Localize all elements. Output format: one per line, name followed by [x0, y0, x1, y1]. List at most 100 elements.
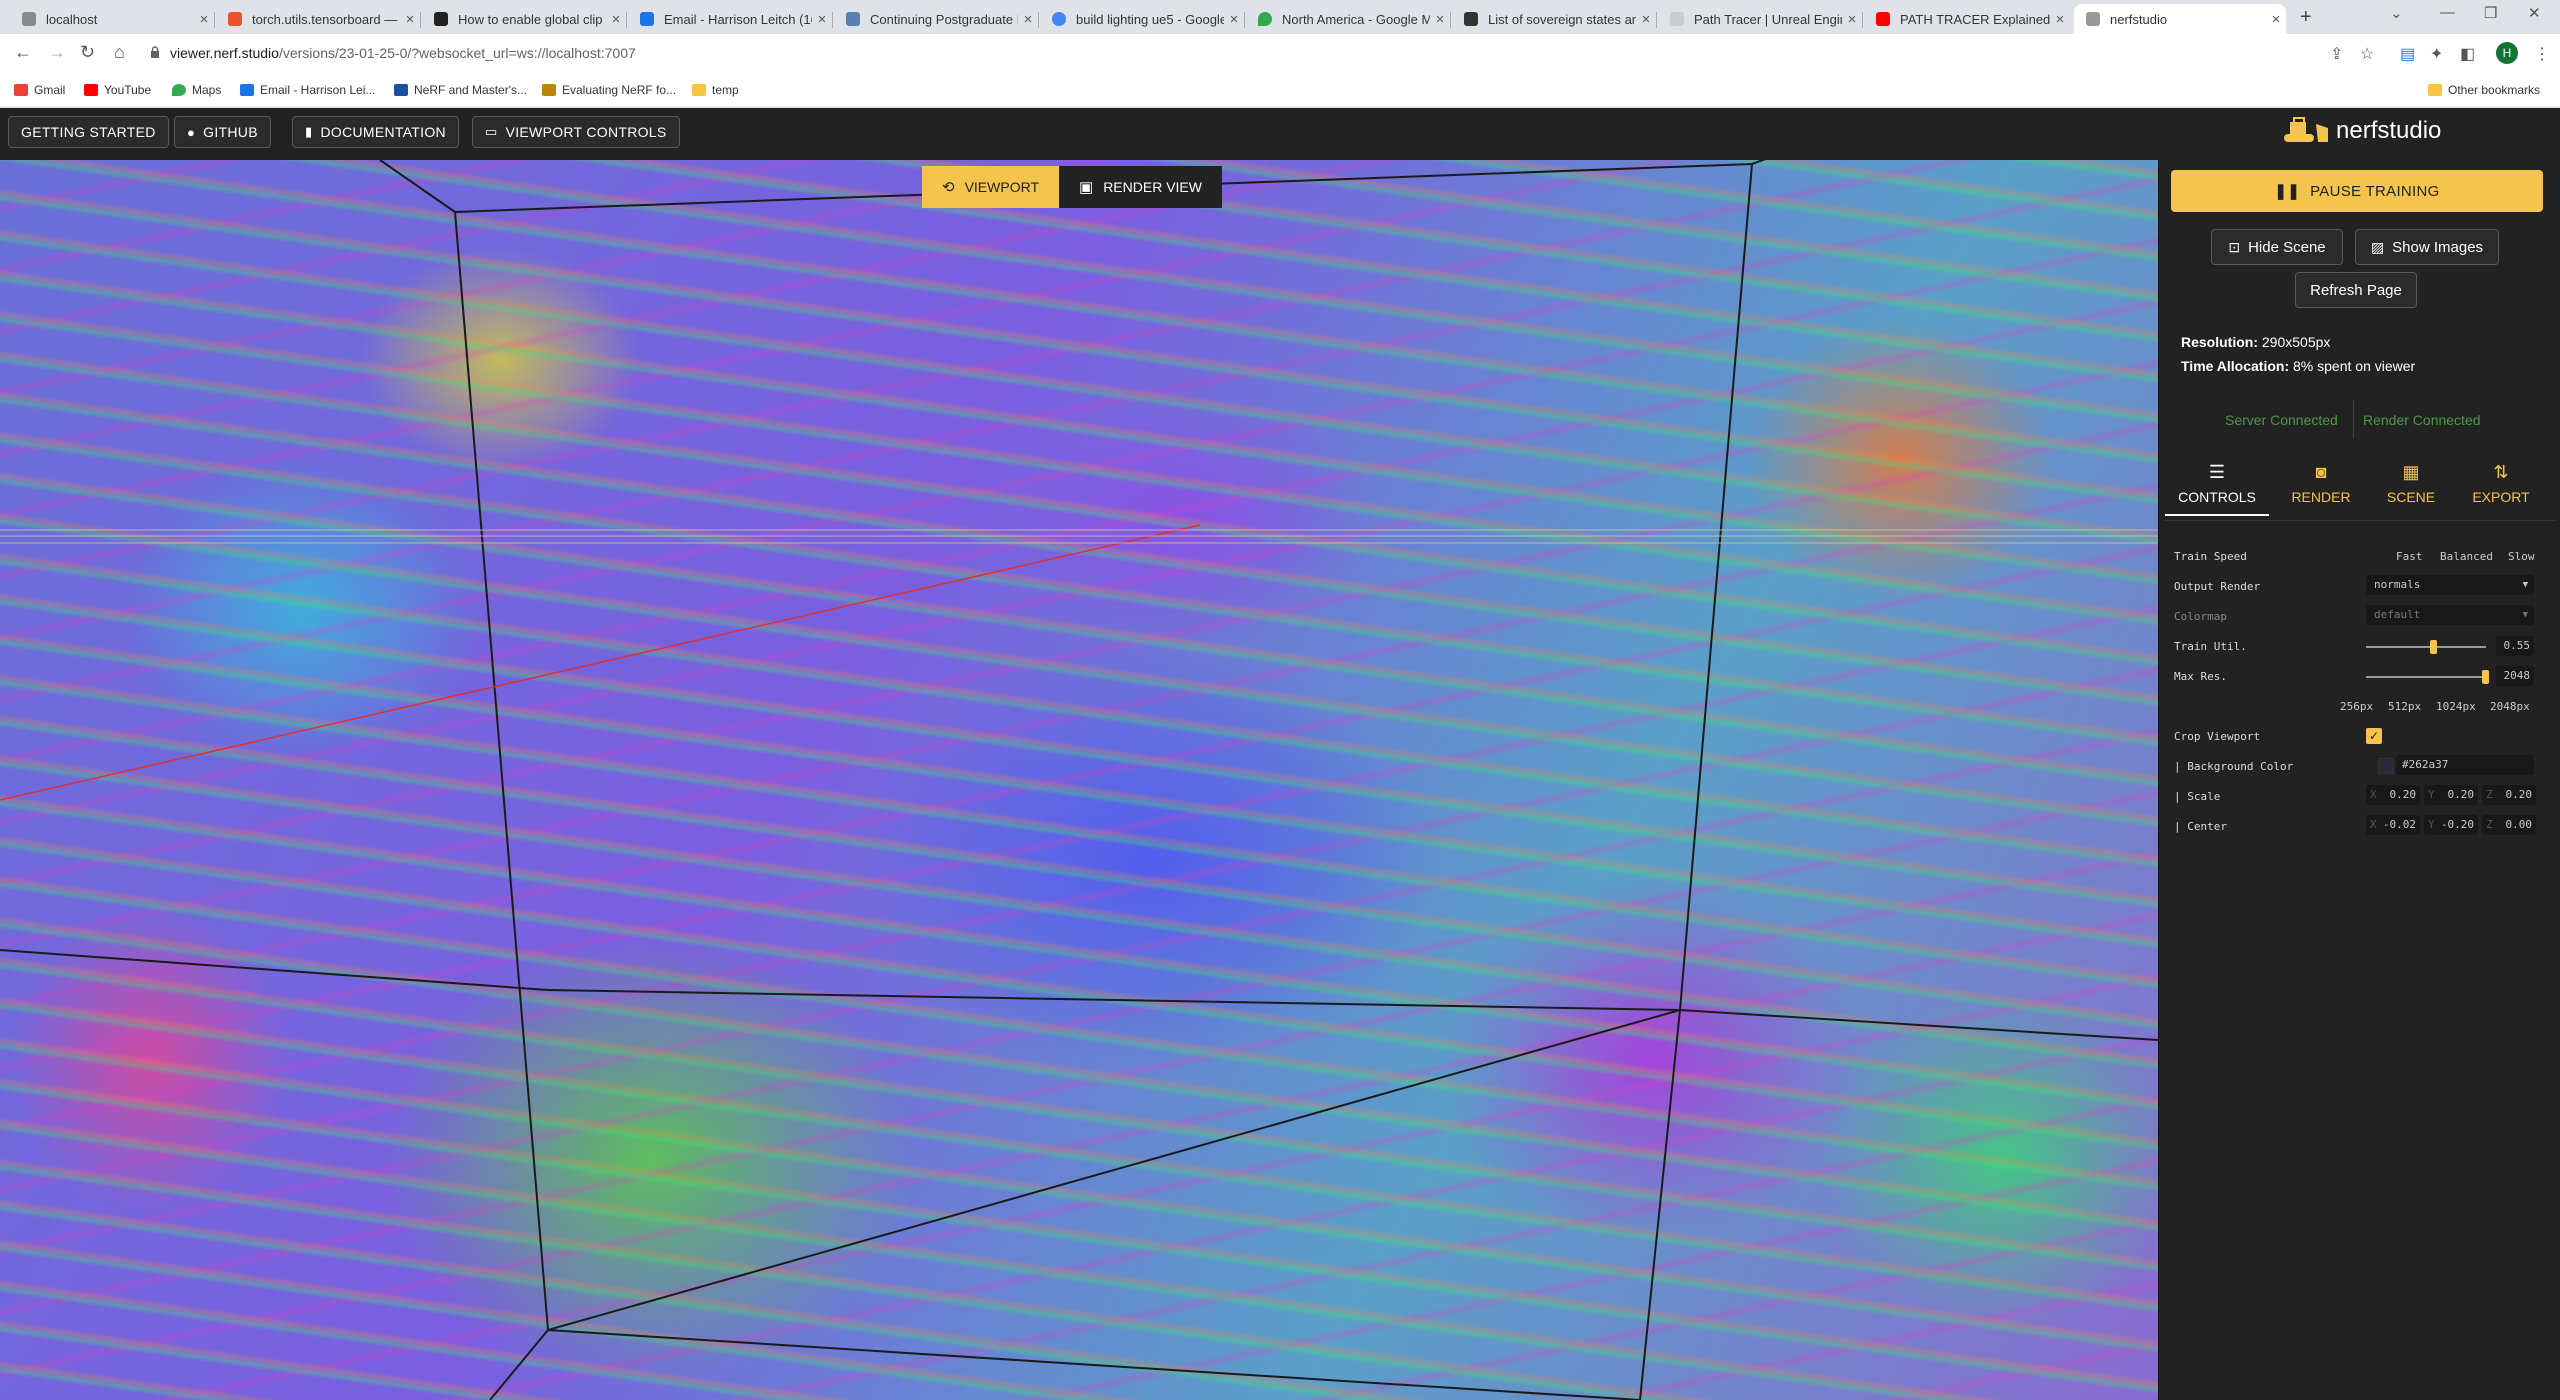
browser-tab-strip: localhost × torch.utils.tensorboard — P × …: [0, 0, 2560, 34]
tab-favicon: [1052, 12, 1066, 26]
home-icon[interactable]: ⌂: [114, 42, 125, 63]
scale-x-input[interactable]: X 0.20: [2366, 785, 2420, 805]
center-x-input[interactable]: X -0.02: [2366, 815, 2420, 835]
browser-tab[interactable]: PATH TRACER Explained - U×: [1864, 4, 2070, 34]
new-tab-icon[interactable]: +: [2300, 6, 2312, 29]
close-tab-icon[interactable]: ×: [194, 11, 214, 28]
colormap-select[interactable]: default ▼: [2366, 605, 2534, 625]
browser-tab[interactable]: torch.utils.tensorboard — P ×: [216, 4, 421, 34]
refresh-page-button[interactable]: Refresh Page: [2295, 272, 2417, 308]
extension-docs-icon[interactable]: ▤: [2400, 44, 2415, 64]
reload-icon[interactable]: ↻: [80, 42, 95, 63]
background-color-input[interactable]: #262a37: [2396, 755, 2534, 775]
getting-started-button[interactable]: GETTING STARTED: [8, 116, 169, 148]
close-tab-icon[interactable]: ×: [1018, 11, 1038, 28]
close-tab-icon[interactable]: ×: [1636, 11, 1656, 28]
train-speed-slow[interactable]: Slow: [2508, 550, 2535, 563]
panel-tabs: ☰ CONTROLS ◙ RENDER ▦ SCENE ⇅ EXPORT: [2159, 456, 2560, 518]
train-speed-balanced[interactable]: Balanced: [2440, 550, 2493, 563]
res-preset-512[interactable]: 512px: [2388, 700, 2421, 713]
output-render-select[interactable]: normals ▼: [2366, 575, 2534, 595]
extensions-icon[interactable]: ✦: [2430, 44, 2443, 64]
menu-kebab-icon[interactable]: ⋮: [2534, 44, 2550, 64]
bookmark-email[interactable]: Email - Harrison Lei...: [240, 83, 375, 97]
bookmark-maps[interactable]: Maps: [172, 83, 221, 97]
train-speed-fast[interactable]: Fast: [2396, 550, 2423, 563]
show-images-button[interactable]: ▨ Show Images: [2355, 229, 2499, 265]
lock-icon[interactable]: [150, 46, 160, 58]
share-icon[interactable]: ⇪: [2330, 44, 2343, 64]
browser-tab[interactable]: Path Tracer | Unreal Engine ×: [1658, 4, 1863, 34]
select-value: default: [2374, 608, 2421, 621]
github-icon: ●: [187, 124, 196, 140]
center-y-input[interactable]: Y -0.20: [2424, 815, 2478, 835]
slider-handle[interactable]: [2430, 640, 2437, 654]
server-connected-status: Server Connected: [2225, 412, 2338, 428]
res-preset-1024[interactable]: 1024px: [2436, 700, 2476, 713]
tab-scene[interactable]: ▦ SCENE: [2359, 456, 2463, 516]
browser-tab[interactable]: Continuing Postgraduate Re ×: [834, 4, 1039, 34]
scale-z-input[interactable]: Z 0.20: [2482, 785, 2536, 805]
center-z-input[interactable]: Z 0.00: [2482, 815, 2536, 835]
bookmark-evaluating-nerf[interactable]: Evaluating NeRF fo...: [542, 83, 676, 97]
max-res-label: Max Res.: [2174, 670, 2227, 683]
close-tab-icon[interactable]: ×: [1430, 11, 1450, 28]
documentation-button[interactable]: ▮ DOCUMENTATION: [292, 116, 459, 148]
time-allocation-info: Time Allocation: 8% spent on viewer: [2181, 358, 2415, 374]
tab-viewport[interactable]: ⟲ VIEWPORT: [922, 166, 1059, 208]
max-res-input[interactable]: 2048: [2496, 666, 2534, 686]
status-divider: [2353, 400, 2354, 438]
close-tab-icon[interactable]: ×: [400, 11, 420, 28]
browser-tab-active[interactable]: nerfstudio ×: [2074, 4, 2286, 34]
scale-y-input[interactable]: Y 0.20: [2424, 785, 2478, 805]
browser-tab[interactable]: build lighting ue5 - Google ×: [1040, 4, 1245, 34]
train-util-slider[interactable]: [2366, 640, 2486, 654]
sliders-icon: ☰: [2208, 462, 2226, 482]
tab-render-view[interactable]: ▣ RENDER VIEW: [1059, 166, 1222, 208]
github-button[interactable]: ● GITHUB: [174, 116, 271, 148]
max-res-slider[interactable]: [2366, 670, 2489, 684]
url-field[interactable]: viewer.nerf.studio/versions/23-01-25-0/?…: [170, 45, 636, 61]
res-preset-256[interactable]: 256px: [2340, 700, 2373, 713]
browser-tab[interactable]: North America - Google M ×: [1246, 4, 1451, 34]
3d-viewport[interactable]: ⟲ VIEWPORT ▣ RENDER VIEW: [0, 160, 2158, 1400]
bookmark-gmail[interactable]: Gmail: [14, 83, 65, 97]
browser-tab[interactable]: List of sovereign states and ×: [1452, 4, 1657, 34]
hide-scene-button[interactable]: ⊡ Hide Scene: [2211, 229, 2343, 265]
tab-label: CONTROLS: [2178, 489, 2256, 505]
tab-title: Continuing Postgraduate Re: [870, 11, 1018, 27]
pause-training-button[interactable]: ❚❚ PAUSE TRAINING: [2171, 170, 2543, 212]
close-tab-icon[interactable]: ×: [812, 11, 832, 28]
close-tab-icon[interactable]: ×: [2050, 11, 2070, 28]
bookmark-youtube[interactable]: YouTube: [84, 83, 151, 97]
close-tab-icon[interactable]: ×: [1842, 11, 1862, 28]
bookmark-folder-temp[interactable]: temp: [692, 83, 739, 97]
bookmark-nerf-masters[interactable]: NeRF and Master's...: [394, 83, 527, 97]
restore-icon[interactable]: ❐: [2484, 4, 2497, 22]
other-bookmarks[interactable]: Other bookmarks: [2428, 83, 2540, 97]
slider-handle[interactable]: [2482, 670, 2489, 684]
browser-tab[interactable]: How to enable global clip p ×: [422, 4, 627, 34]
close-tab-icon[interactable]: ×: [1224, 11, 1244, 28]
browser-tab[interactable]: localhost ×: [10, 4, 215, 34]
close-window-icon[interactable]: ✕: [2528, 4, 2541, 22]
train-util-input[interactable]: 0.55: [2496, 636, 2534, 656]
tab-render[interactable]: ◙ RENDER: [2269, 456, 2373, 516]
profile-avatar[interactable]: H: [2496, 42, 2518, 64]
close-tab-icon[interactable]: ×: [2266, 11, 2286, 28]
viewport-controls-button[interactable]: ▭ VIEWPORT CONTROLS: [472, 116, 680, 148]
minimize-icon[interactable]: —: [2440, 4, 2455, 21]
tab-export[interactable]: ⇅ EXPORT: [2449, 456, 2553, 516]
close-tab-icon[interactable]: ×: [606, 11, 626, 28]
back-icon[interactable]: ←: [14, 42, 32, 63]
crop-viewport-checkbox[interactable]: ✓: [2366, 728, 2382, 744]
tab-controls[interactable]: ☰ CONTROLS: [2165, 456, 2269, 516]
res-preset-2048[interactable]: 2048px: [2490, 700, 2530, 713]
tab-favicon: [1876, 12, 1890, 26]
side-panel-icon[interactable]: ◧: [2460, 44, 2475, 64]
bookmark-star-icon[interactable]: ☆: [2360, 44, 2374, 64]
background-color-swatch[interactable]: [2378, 758, 2394, 774]
browser-tab[interactable]: Email - Harrison Leitch (16c ×: [628, 4, 833, 34]
tab-search-icon[interactable]: ⌄: [2390, 4, 2403, 22]
forward-icon[interactable]: →: [48, 42, 66, 63]
